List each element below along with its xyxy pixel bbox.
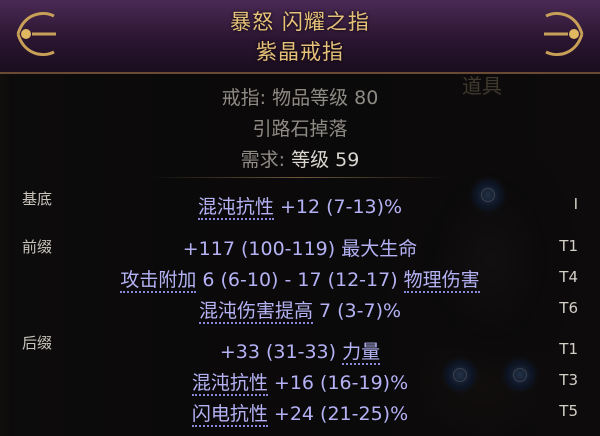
mod-tier: T1 [559,237,578,255]
mod-line: 攻击附加 6 (6-10) - 17 (12-17) 物理伤害 [120,269,480,293]
mod-tier: T3 [559,371,578,389]
mod-tier: T1 [559,340,578,358]
mod-line: 混沌伤害提高 7 (3-7)% [198,300,402,324]
requirement-label: 需求: [240,149,286,171]
item-base-type: 紫晶戒指 [256,40,344,64]
mod-tier: I [573,195,578,213]
mod-tier: T4 [559,268,578,286]
item-tooltip-header: 暴怒 闪耀之指 紫晶戒指 [0,0,600,74]
mod-line: 闪电抗性 +24 (21-25)% [191,403,409,427]
tooltip-separator [150,177,450,178]
item-source-line: 引路石掉落 [252,118,348,140]
mod-tier: T6 [559,299,578,317]
item-category-line: 戒指: 物品等级 80 [221,87,379,109]
mod-line: 混沌抗性 +12 (7-13)% [197,196,403,220]
mod-line: +117 (100-119) 最大生命 [182,238,418,260]
mod-line: 混沌抗性 +16 (16-19)% [191,372,409,396]
mod-line: +33 (31-33) 力量 [219,341,381,365]
item-name: 暴怒 闪耀之指 [230,10,370,34]
requirement-value: 等级 59 [291,149,360,171]
item-requirement: 需求: 等级 59 [0,145,600,172]
mod-tier: T5 [559,402,578,420]
